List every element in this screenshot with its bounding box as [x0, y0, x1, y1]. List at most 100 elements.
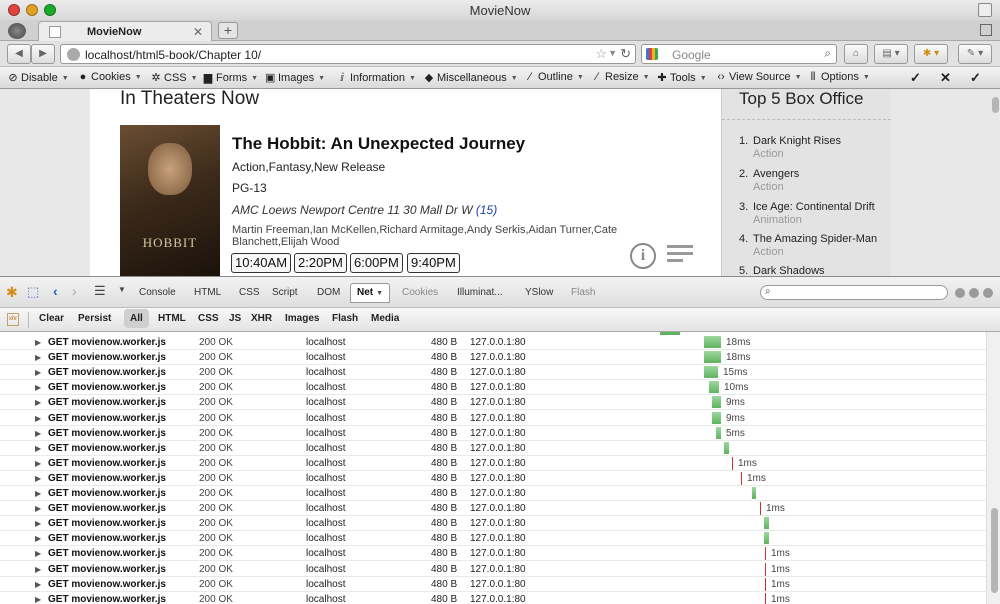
- validation-ok-icon-2[interactable]: ✓: [970, 70, 981, 86]
- expand-arrow-icon[interactable]: ▶: [35, 504, 41, 513]
- wd-tools-menu[interactable]: ✚ Tools ▼: [657, 71, 706, 84]
- net-request-row[interactable]: ▶ GET movienow.worker.js 200 OK localhost 48…: [0, 471, 986, 486]
- wd-outline-menu[interactable]: ∕ Outline ▼: [525, 71, 584, 83]
- expand-arrow-icon[interactable]: ▶: [35, 565, 41, 574]
- persist-button[interactable]: Persist: [78, 313, 111, 324]
- filter-media[interactable]: Media: [371, 313, 399, 324]
- tab-illuminations[interactable]: Illuminat...: [457, 287, 503, 298]
- site-identity-icon[interactable]: [67, 48, 80, 61]
- wd-options-menu[interactable]: ⦀ Options ▼: [808, 71, 870, 84]
- tab-console[interactable]: Console: [139, 287, 176, 298]
- bookmark-star-icon[interactable]: ☆: [595, 46, 607, 62]
- close-firebug-icon[interactable]: [983, 288, 993, 298]
- tab-flash[interactable]: Flash: [571, 287, 595, 298]
- filter-js[interactable]: JS: [229, 313, 241, 324]
- tab-yslow[interactable]: YSlow: [525, 287, 553, 298]
- url-bar[interactable]: localhost/html5-book/Chapter 10/ ☆ ▼ ↻: [60, 44, 636, 64]
- tab-script[interactable]: Script: [272, 287, 298, 298]
- close-tab-icon[interactable]: ✕: [193, 25, 203, 39]
- expand-arrow-icon[interactable]: ▶: [35, 353, 41, 362]
- expand-arrow-icon[interactable]: ▶: [35, 580, 41, 589]
- menu-lines-icon[interactable]: [667, 245, 693, 266]
- net-request-row[interactable]: ▶ GET movienow.worker.js 200 OK localhost 48…: [0, 501, 986, 517]
- expand-arrow-icon[interactable]: ▶: [35, 474, 41, 483]
- tab-css[interactable]: CSS: [239, 287, 260, 298]
- info-icon[interactable]: i: [630, 243, 656, 269]
- net-request-row[interactable]: ▶ GET movienow.worker.js 200 OK localhost 48…: [0, 577, 986, 592]
- net-request-row[interactable]: ▶ GET movienow.worker.js 200 OK localhost 48…: [0, 516, 986, 532]
- expand-arrow-icon[interactable]: ▶: [35, 444, 41, 453]
- net-request-row[interactable]: ▶ GET movienow.worker.js 200 OK localhost 48…: [0, 592, 986, 604]
- bookmarks-button[interactable]: ▤ ▾: [874, 44, 908, 64]
- net-request-row[interactable]: ▶ GET movienow.worker.js 200 OK localhost 48…: [0, 546, 986, 562]
- browser-tab[interactable]: MovieNow ✕: [38, 21, 212, 42]
- net-request-row[interactable]: ▶ GET movienow.worker.js 200 OK localhost 48…: [0, 456, 986, 471]
- expand-arrow-icon[interactable]: ▶: [35, 383, 41, 392]
- wd-view-source-menu[interactable]: ‹› View Source ▼: [716, 71, 801, 83]
- net-request-row[interactable]: ▶ GET movienow.worker.js 200 OK localhost 48…: [0, 335, 986, 350]
- expand-arrow-icon[interactable]: ▶: [35, 338, 41, 347]
- wd-resize-menu[interactable]: ∕ Resize ▼: [592, 71, 649, 83]
- box-office-item[interactable]: 1. Dark Knight Rises Action: [739, 135, 841, 160]
- firebug-bug-icon[interactable]: ✱: [6, 284, 18, 301]
- new-tab-button[interactable]: +: [218, 22, 238, 39]
- net-scrollbar[interactable]: [986, 332, 1000, 604]
- minimize-firebug-icon[interactable]: [955, 288, 965, 298]
- expand-arrow-icon[interactable]: ▶: [35, 414, 41, 423]
- wd-information-menu[interactable]: ⅈ Information ▼: [337, 71, 416, 84]
- wd-disable-menu[interactable]: ⊘ Disable ▼: [8, 71, 68, 84]
- wd-miscellaneous-menu[interactable]: ◆ Miscellaneous ▼: [424, 71, 518, 84]
- filter-css[interactable]: CSS: [198, 313, 219, 324]
- filter-all[interactable]: All: [124, 309, 149, 328]
- showtime-button[interactable]: 6:00PM: [350, 253, 403, 273]
- search-bar[interactable]: Google ⌕: [641, 44, 837, 64]
- expand-arrow-icon[interactable]: ▶: [35, 459, 41, 468]
- wd-cookies-menu[interactable]: ● Cookies ▼: [78, 71, 142, 83]
- detach-firebug-icon[interactable]: [969, 288, 979, 298]
- validation-error-icon[interactable]: ✕: [940, 70, 951, 86]
- wd-forms-menu[interactable]: ▆ Forms ▼: [203, 71, 258, 84]
- clear-button[interactable]: Clear: [39, 313, 64, 324]
- inspect-element-icon[interactable]: ⬚: [27, 284, 39, 300]
- validation-ok-icon[interactable]: ✓: [910, 70, 921, 86]
- net-request-row[interactable]: ▶ GET movienow.worker.js 200 OK localhost 48…: [0, 486, 986, 501]
- expand-arrow-icon[interactable]: ▶: [35, 429, 41, 438]
- tab-cookies[interactable]: Cookies: [402, 287, 438, 298]
- tab-dom[interactable]: DOM: [317, 287, 340, 298]
- expand-arrow-icon[interactable]: ▶: [35, 519, 41, 528]
- search-icon[interactable]: ⌕: [824, 46, 831, 61]
- net-request-row[interactable]: ▶ GET movienow.worker.js 200 OK localhost 48…: [0, 350, 986, 366]
- net-request-row[interactable]: ▶ GET movienow.worker.js 200 OK localhost 48…: [0, 531, 986, 547]
- search-input[interactable]: Google: [672, 48, 711, 62]
- fullscreen-icon[interactable]: [978, 3, 992, 17]
- net-request-row[interactable]: ▶ GET movienow.worker.js 200 OK localhost 48…: [0, 365, 986, 381]
- filter-images[interactable]: Images: [285, 313, 319, 324]
- expand-arrow-icon[interactable]: ▶: [35, 398, 41, 407]
- list-menu-icon[interactable]: ☰: [94, 283, 106, 299]
- net-request-row[interactable]: ▶ GET movienow.worker.js 200 OK localhost 48…: [0, 380, 986, 396]
- tab-html[interactable]: HTML: [194, 287, 221, 298]
- box-office-item[interactable]: 2. Avengers Action: [739, 168, 799, 193]
- theater-count-link[interactable]: (15): [476, 203, 497, 217]
- box-office-item[interactable]: 5. Dark Shadows: [739, 265, 825, 276]
- net-request-row[interactable]: ▶ GET movienow.worker.js 200 OK localhost 48…: [0, 562, 986, 577]
- expand-arrow-icon[interactable]: ▶: [35, 368, 41, 377]
- net-scrollbar-thumb[interactable]: [991, 508, 998, 593]
- box-office-item[interactable]: 4. The Amazing Spider-Man Action: [739, 233, 877, 258]
- box-office-item[interactable]: 3. Ice Age: Continental Drift Animation: [739, 201, 875, 226]
- reload-icon[interactable]: ↻: [620, 46, 631, 62]
- expand-arrow-icon[interactable]: ▶: [35, 534, 41, 543]
- wd-css-menu[interactable]: ✲ CSS ▼: [151, 71, 197, 84]
- net-request-row[interactable]: ▶ GET movienow.worker.js 200 OK localhost 48…: [0, 426, 986, 441]
- url-text[interactable]: localhost/html5-book/Chapter 10/: [85, 48, 261, 62]
- showtime-button[interactable]: 2:20PM: [294, 253, 347, 273]
- google-icon[interactable]: [646, 48, 658, 60]
- back-arrow-icon[interactable]: ‹: [53, 283, 58, 299]
- net-request-row[interactable]: ▶ GET movienow.worker.js 200 OK localhost 48…: [0, 395, 986, 411]
- forward-button[interactable]: ▶: [31, 44, 55, 64]
- filter-html[interactable]: HTML: [158, 313, 186, 324]
- firebug-toolbar-button[interactable]: ✱ ▾: [914, 44, 948, 64]
- filter-xhr[interactable]: XHR: [251, 313, 272, 324]
- eyedropper-button[interactable]: ✎ ▾: [958, 44, 992, 64]
- expand-arrow-icon[interactable]: ▶: [35, 549, 41, 558]
